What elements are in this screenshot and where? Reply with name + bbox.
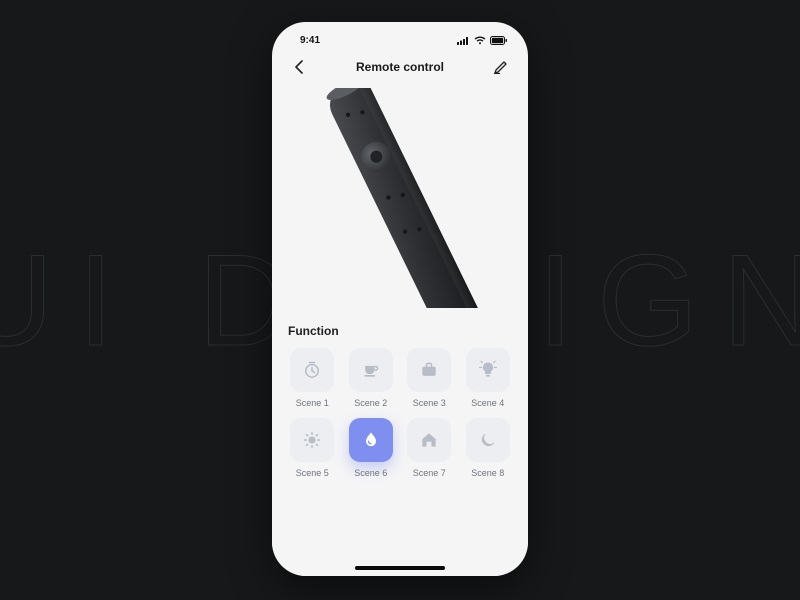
scene-item-2: Scene 2 bbox=[347, 348, 396, 408]
scene-button-6[interactable] bbox=[349, 418, 393, 462]
scene-grid: Scene 1 Scene 2 Scene 3 Scene 4 bbox=[288, 348, 512, 478]
status-bar: 9:41 bbox=[272, 22, 528, 52]
scene-button-4[interactable] bbox=[466, 348, 510, 392]
wifi-icon bbox=[474, 36, 486, 45]
status-indicators bbox=[457, 36, 508, 45]
scene-label: Scene 6 bbox=[354, 468, 387, 478]
scene-label: Scene 7 bbox=[413, 468, 446, 478]
scene-item-4: Scene 4 bbox=[464, 348, 513, 408]
scene-button-7[interactable] bbox=[407, 418, 451, 462]
product-image bbox=[272, 82, 528, 314]
scene-button-2[interactable] bbox=[349, 348, 393, 392]
scene-label: Scene 8 bbox=[471, 468, 504, 478]
scene-label: Scene 5 bbox=[296, 468, 329, 478]
cup-icon bbox=[361, 360, 381, 380]
home-icon bbox=[419, 430, 439, 450]
sun-icon bbox=[302, 430, 322, 450]
timer-icon bbox=[302, 360, 322, 380]
scene-item-6: Scene 6 bbox=[347, 418, 396, 478]
back-button[interactable] bbox=[288, 56, 310, 78]
scene-label: Scene 2 bbox=[354, 398, 387, 408]
scene-item-1: Scene 1 bbox=[288, 348, 337, 408]
signal-icon bbox=[457, 36, 470, 45]
pencil-icon bbox=[494, 60, 508, 74]
home-indicator[interactable] bbox=[355, 566, 445, 570]
battery-icon bbox=[490, 36, 508, 45]
briefcase-icon bbox=[419, 360, 439, 380]
phone-frame: 9:41 Remote control bbox=[272, 22, 528, 576]
scene-button-1[interactable] bbox=[290, 348, 334, 392]
page-title: Remote control bbox=[356, 60, 444, 74]
moon-icon bbox=[478, 430, 498, 450]
scene-item-8: Scene 8 bbox=[464, 418, 513, 478]
scene-button-3[interactable] bbox=[407, 348, 451, 392]
status-time: 9:41 bbox=[300, 35, 320, 46]
scene-item-3: Scene 3 bbox=[405, 348, 454, 408]
scene-label: Scene 3 bbox=[413, 398, 446, 408]
scene-button-5[interactable] bbox=[290, 418, 334, 462]
scene-label: Scene 4 bbox=[471, 398, 504, 408]
drop-icon bbox=[361, 430, 381, 450]
functions-title: Function bbox=[288, 324, 512, 338]
scene-item-7: Scene 7 bbox=[405, 418, 454, 478]
scene-label: Scene 1 bbox=[296, 398, 329, 408]
chevron-left-icon bbox=[294, 60, 304, 74]
functions-panel: Function Scene 1 Scene 2 Scene 3 bbox=[272, 314, 528, 576]
scene-item-5: Scene 5 bbox=[288, 418, 337, 478]
bulb-icon bbox=[478, 360, 498, 380]
edit-button[interactable] bbox=[490, 56, 512, 78]
nav-bar: Remote control bbox=[272, 52, 528, 82]
scene-button-8[interactable] bbox=[466, 418, 510, 462]
